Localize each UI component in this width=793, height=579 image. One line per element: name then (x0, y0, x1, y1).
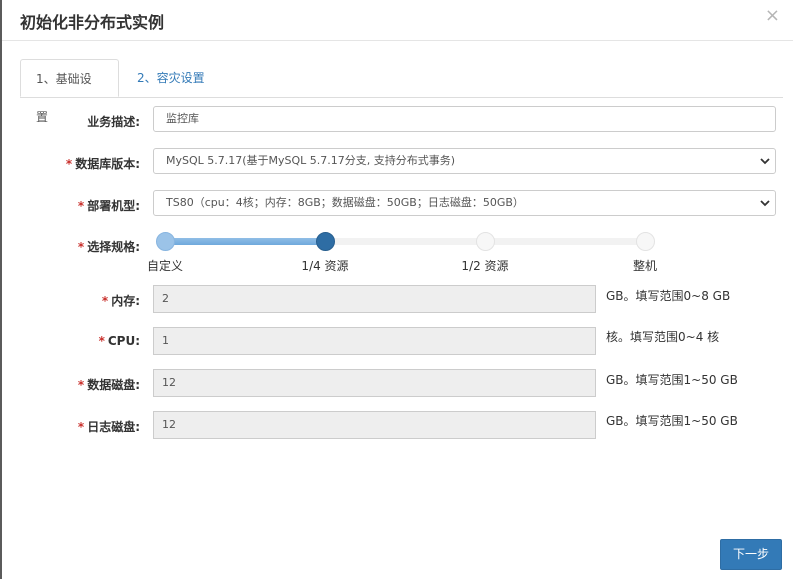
required-mark: * (65, 157, 73, 171)
spec-label-text: 选择规格: (87, 240, 140, 254)
tab-disaster-recovery[interactable]: 2、容灾设置 (122, 59, 220, 97)
log-disk-input[interactable]: 12 (153, 411, 596, 439)
log-disk-hint: GB。填写范围1~50 GB (606, 414, 738, 428)
business-desc-label: 业务描述: (0, 113, 140, 130)
dialog-header: 初始化非分布式实例 × (2, 0, 793, 41)
required-mark: * (77, 199, 85, 213)
chevron-down-icon (760, 158, 770, 165)
spec-option-half[interactable]: 1/2 资源 (461, 257, 508, 274)
slider-fill (165, 238, 325, 245)
spec-option-custom[interactable]: 自定义 (147, 257, 183, 274)
window-left-edge (0, 0, 2, 579)
required-mark: * (77, 378, 85, 392)
memory-input[interactable]: 2 (153, 285, 596, 313)
business-desc-label-text: 业务描述: (87, 115, 140, 129)
spec-label: * 选择规格: (0, 238, 140, 255)
db-version-label-text: 数据库版本: (75, 157, 140, 171)
memory-hint: GB。填写范围0~8 GB (606, 289, 731, 303)
db-version-selected: MySQL 5.7.17(基于MySQL 5.7.17分支, 支持分布式事务) (166, 154, 456, 167)
cpu-hint: 核。填写范围0~4 核 (606, 330, 720, 344)
data-disk-hint: GB。填写范围1~50 GB (606, 373, 738, 387)
deploy-model-select[interactable]: TS80（cpu：4核；内存：8GB；数据磁盘：50GB；日志磁盘：50GB） (153, 190, 776, 216)
data-disk-input[interactable]: 12 (153, 369, 596, 397)
data-disk-label: * 数据磁盘: (0, 376, 140, 393)
log-disk-label: * 日志磁盘: (0, 418, 140, 435)
required-mark: * (101, 294, 109, 308)
required-mark: * (98, 334, 105, 348)
slider-knob-full[interactable] (635, 232, 655, 251)
slider-knob-quarter[interactable] (315, 232, 335, 251)
close-icon[interactable]: × (765, 6, 780, 26)
required-mark: * (77, 420, 85, 434)
slider-knob-half[interactable] (475, 232, 495, 251)
spec-option-full[interactable]: 整机 (633, 257, 657, 274)
spec-slider[interactable] (153, 229, 655, 255)
data-disk-label-text: 数据磁盘: (87, 378, 140, 392)
next-button[interactable]: 下一步 (720, 539, 782, 570)
tab-bar: 1、基础设置 2、容灾设置 (20, 59, 783, 124)
cpu-input[interactable]: 1 (153, 327, 596, 355)
log-disk-label-text: 日志磁盘: (87, 420, 140, 434)
db-version-select[interactable]: MySQL 5.7.17(基于MySQL 5.7.17分支, 支持分布式事务) (153, 148, 776, 174)
required-mark: * (77, 240, 85, 254)
dialog-title: 初始化非分布式实例 (20, 13, 165, 32)
cpu-label-text: CPU: (107, 334, 140, 348)
slider-knob-custom[interactable] (155, 232, 175, 251)
deploy-model-label: * 部署机型: (0, 197, 140, 214)
tab-basic-settings[interactable]: 1、基础设置 (20, 59, 119, 124)
deploy-model-label-text: 部署机型: (87, 199, 140, 213)
memory-label-text: 内存: (111, 294, 140, 308)
chevron-down-icon (760, 200, 770, 207)
db-version-label: * 数据库版本: (0, 155, 140, 172)
cpu-label: * CPU: (0, 334, 140, 348)
business-desc-input[interactable]: 监控库 (153, 106, 776, 132)
deploy-model-selected: TS80（cpu：4核；内存：8GB；数据磁盘：50GB；日志磁盘：50GB） (166, 196, 524, 209)
spec-option-quarter[interactable]: 1/4 资源 (301, 257, 348, 274)
memory-label: * 内存: (0, 292, 140, 309)
